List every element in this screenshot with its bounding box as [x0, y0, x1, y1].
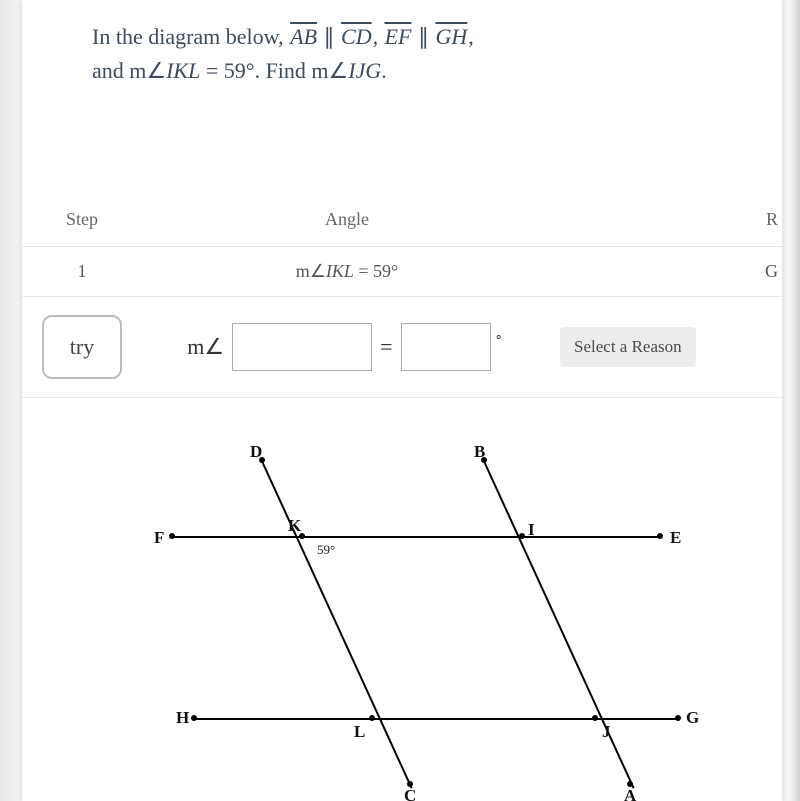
angle-name: IJG [348, 58, 381, 83]
angle-name-input[interactable] [232, 323, 372, 371]
label-L: L [354, 722, 365, 742]
parallel-symbol: ∥ [324, 24, 341, 49]
reason-cell: G [552, 247, 782, 297]
point-I [519, 533, 525, 539]
line-HG [194, 718, 678, 720]
label-F: F [154, 528, 164, 548]
segment-AB: AB [289, 24, 318, 49]
point-J [592, 715, 598, 721]
table-row: try m∠ = ∘ Select a Reason [22, 297, 782, 398]
geometry-diagram: 59° D B F K I E H L J G C A [102, 428, 702, 788]
text: , [373, 24, 384, 49]
line-BA [483, 461, 634, 789]
header-angle: Angle [142, 193, 552, 247]
angle-cell: m∠IKL = 59° [142, 247, 552, 297]
label-D: D [250, 442, 262, 462]
problem-statement: In the diagram below, AB ∥ CD, EF ∥ GH, … [22, 0, 722, 88]
try-button[interactable]: try [42, 315, 122, 379]
point-H [191, 715, 197, 721]
equals-sign: = [380, 334, 392, 360]
label-I: I [528, 520, 535, 540]
label-K: K [288, 516, 301, 536]
angle-name: IKL [326, 261, 354, 281]
point-E [657, 533, 663, 539]
angle-input-row: m∠ = ∘ [150, 323, 544, 371]
angle-59-label: 59° [317, 542, 335, 558]
text: = 59°. Find m∠ [200, 58, 348, 83]
point-G [675, 715, 681, 721]
table-row: 1 m∠IKL = 59° G [22, 247, 782, 297]
step-number: 1 [22, 247, 142, 297]
text: . [381, 58, 387, 83]
text: m∠ [296, 261, 326, 281]
segment-EF: EF [384, 24, 413, 49]
line-DC [261, 461, 412, 789]
segment-CD: CD [340, 24, 373, 49]
label-B: B [474, 442, 485, 462]
label-H: H [176, 708, 189, 728]
segment-GH: GH [434, 24, 468, 49]
angle-name: IKL [166, 58, 200, 83]
text: = 59° [354, 261, 398, 281]
select-reason-button[interactable]: Select a Reason [560, 327, 696, 367]
m-angle-label: m∠ [187, 334, 224, 360]
text: , [468, 24, 474, 49]
angle-value-input[interactable] [401, 323, 491, 371]
label-C: C [404, 786, 416, 801]
proof-table: Step Angle R 1 m∠IKL = 59° G try m∠ [22, 193, 782, 398]
parallel-symbol: ∥ [418, 24, 435, 49]
degree-symbol: ∘ [495, 329, 503, 345]
text: In the diagram below, [92, 24, 289, 49]
point-L [369, 715, 375, 721]
line-FE [172, 536, 660, 538]
label-E: E [670, 528, 681, 548]
label-A: A [624, 786, 636, 801]
header-step: Step [22, 193, 142, 247]
header-reason: R [552, 193, 782, 247]
text: and m∠ [92, 58, 166, 83]
label-J: J [602, 722, 611, 742]
label-G: G [686, 708, 699, 728]
point-F [169, 533, 175, 539]
